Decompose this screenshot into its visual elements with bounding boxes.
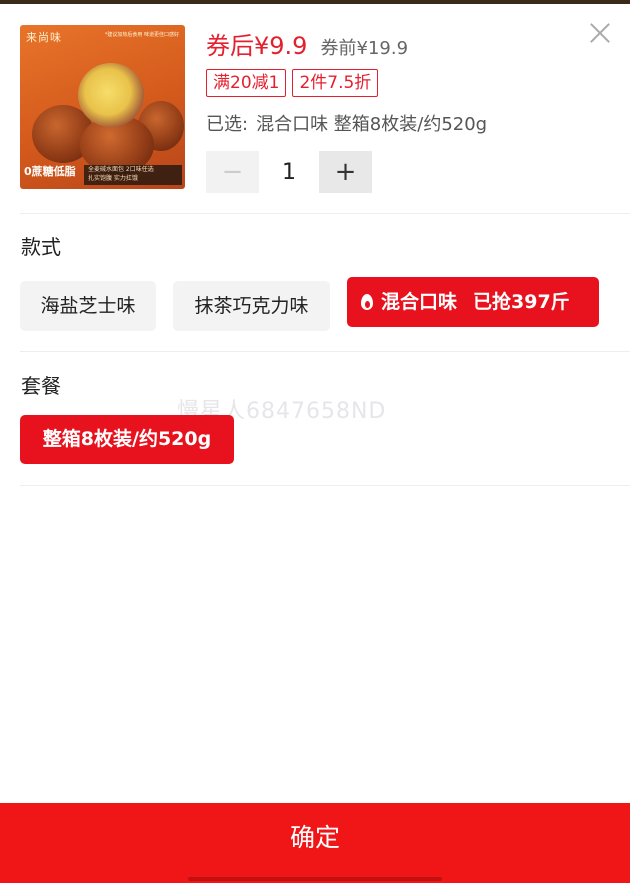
product-image-band-line1: 全麦碱水面包 2口味任选	[88, 166, 154, 173]
selected-label: 已选:	[206, 114, 249, 135]
promo-tag: 满20减1	[206, 69, 287, 97]
promo-tags: 满20减1 2件7.5折	[206, 69, 379, 97]
style-option-mixed-content: 混合口味 已抢397斤	[347, 277, 599, 327]
confirm-button[interactable]: 确定	[0, 803, 630, 873]
style-option-matcha-chocolate[interactable]: 抹茶巧克力味	[173, 281, 330, 331]
product-image-side-text: 0蔗糖低脂	[24, 165, 76, 178]
bun-cut-shape	[78, 63, 144, 127]
product-image-band: 全麦碱水面包 2口味任选 扎实饱腹 实力扛饿	[84, 165, 182, 185]
style-option-mixed-sold-badge: 已抢397斤	[473, 291, 570, 313]
divider	[20, 485, 630, 486]
product-image: 来尚味 *建议加热后食用 味道更佳口感好 0蔗糖低脂 全麦碱水面包 2口味任选 …	[20, 25, 185, 189]
top-edge	[0, 0, 630, 4]
product-image-band-line2: 扎实饱腹 实力扛饿	[88, 175, 138, 182]
style-option-mixed-label: 混合口味	[381, 291, 458, 313]
package-section-title: 套餐	[21, 374, 61, 398]
flame-icon	[361, 294, 373, 310]
style-option-sea-salt-cheese[interactable]: 海盐芝士味	[20, 281, 156, 331]
product-image-tip: *建议加热后食用 味道更佳口感好	[104, 32, 179, 38]
decrease-quantity-button[interactable]: −	[206, 151, 259, 193]
selected-summary: 已选: 混合口味 整箱8枚装/约520g	[206, 110, 487, 136]
divider	[20, 351, 630, 352]
product-image-brand: 来尚味	[26, 31, 62, 44]
style-option-mixed-selected[interactable]: 混合口味 已抢397斤	[347, 277, 599, 327]
quantity-stepper: − 1 +	[206, 151, 372, 193]
selected-value: 混合口味 整箱8枚装/约520g	[256, 114, 488, 135]
increase-quantity-button[interactable]: +	[319, 151, 372, 193]
promo-tag: 2件7.5折	[292, 69, 379, 97]
home-indicator[interactable]	[188, 877, 442, 881]
close-icon[interactable]	[587, 20, 613, 46]
price-after-coupon: 券后¥9.9	[206, 32, 308, 60]
divider	[20, 213, 630, 214]
package-option-selected[interactable]: 整箱8枚装/约520g	[20, 415, 234, 464]
price-row: 券后¥9.9 券前¥19.9	[206, 26, 408, 61]
style-section-title: 款式	[21, 235, 61, 259]
price-before-coupon: 券前¥19.9	[320, 38, 409, 59]
quantity-value[interactable]: 1	[259, 160, 319, 185]
